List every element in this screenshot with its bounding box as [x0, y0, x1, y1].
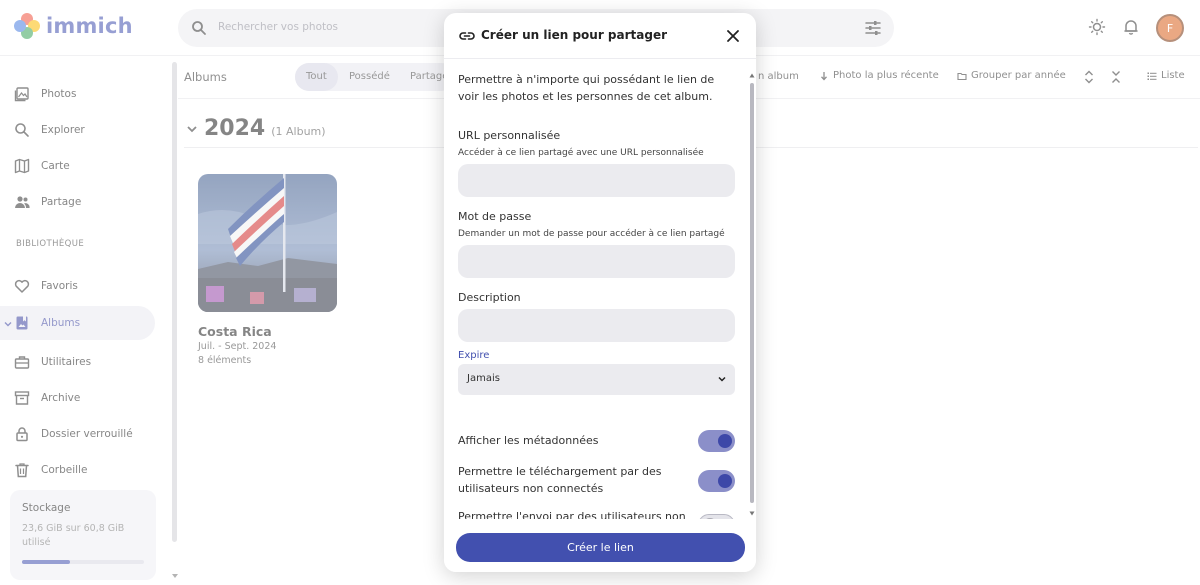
password-label: Mot de passe [458, 210, 532, 223]
dialog-scrollbar[interactable] [750, 83, 754, 503]
app-window: immich Rechercher vos photos F Photos Ex… [0, 0, 1200, 585]
description-label: Description [458, 291, 521, 304]
scroll-down-arrow-icon[interactable] [749, 511, 755, 516]
create-link-button[interactable]: Créer le lien [456, 533, 745, 562]
custom-url-hint: Accéder à ce lien partagé avec une URL p… [458, 148, 704, 158]
password-hint: Demander un mot de passe pour accéder à … [458, 229, 725, 239]
allow-download-toggle[interactable] [698, 470, 735, 492]
show-metadata-label: Afficher les métadonnées [458, 434, 599, 447]
show-metadata-toggle[interactable] [698, 430, 735, 452]
dialog-description: Permettre à n'importe qui possédant le l… [458, 73, 715, 103]
share-link-dialog: Créer un lien pour partager Permettre à … [444, 13, 756, 572]
dialog-footer: Créer le lien [444, 519, 756, 572]
close-icon[interactable] [725, 28, 741, 44]
expire-label: Expire [458, 350, 490, 361]
chevron-down-icon [718, 376, 726, 382]
expire-select[interactable]: Jamais [458, 364, 735, 395]
link-icon [459, 32, 475, 40]
toggle-knob [718, 474, 732, 488]
expire-selected-value: Jamais [467, 373, 500, 384]
custom-url-label: URL personnalisée [458, 129, 561, 142]
dialog-title: Créer un lien pour partager [481, 28, 668, 42]
allow-download-label: Permettre le téléchargement par des util… [458, 465, 662, 495]
password-input[interactable] [458, 245, 735, 278]
dialog-header: Créer un lien pour partager [444, 13, 756, 59]
allow-upload-label: Permettre l'envoi par des utilisateurs n… [458, 510, 686, 519]
toggle-knob [718, 434, 732, 448]
scroll-up-arrow-icon[interactable] [749, 73, 755, 78]
description-input[interactable] [458, 309, 735, 342]
dialog-body: Permettre à n'importe qui possédant le l… [458, 59, 744, 519]
custom-url-input[interactable] [458, 164, 735, 197]
